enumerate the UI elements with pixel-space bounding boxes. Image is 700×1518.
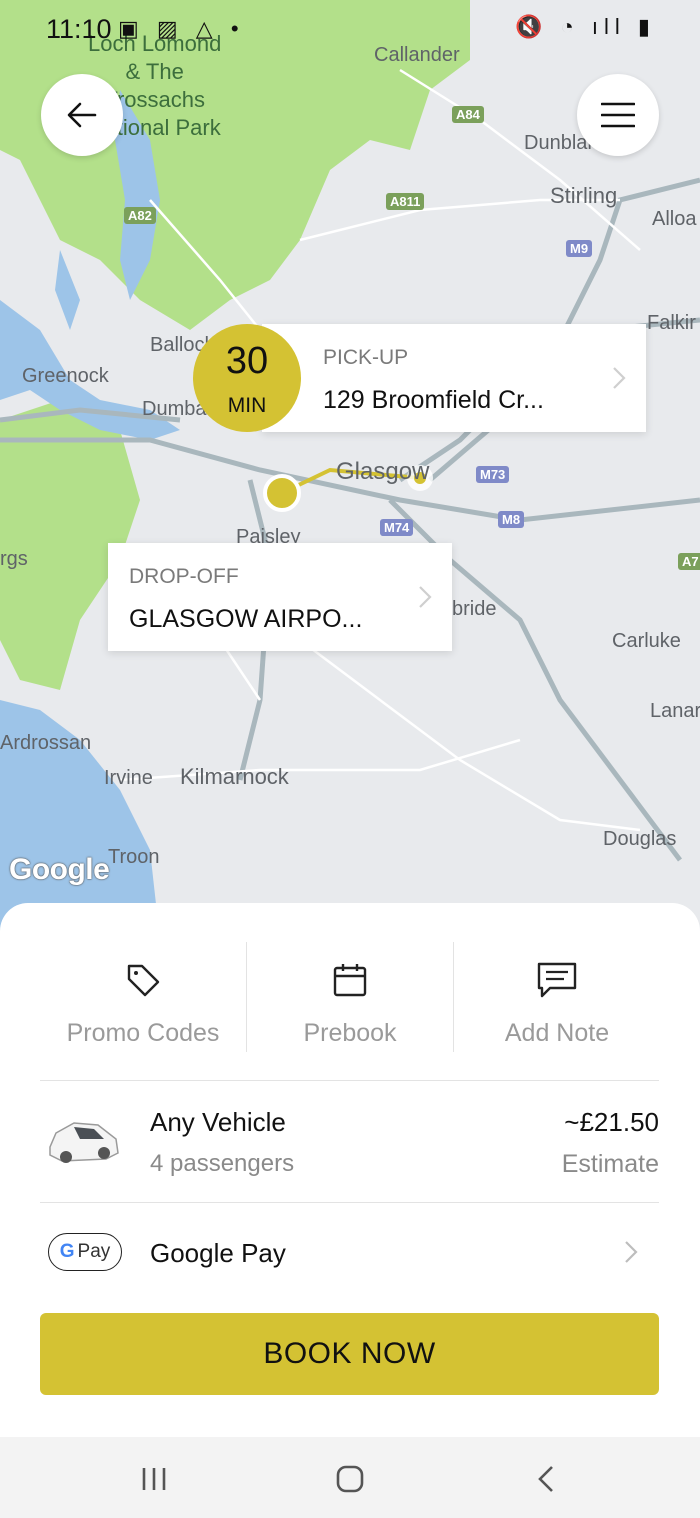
status-time: 11:10 xyxy=(46,14,112,44)
map-label-irvine: Irvine xyxy=(104,767,153,789)
calendar-icon xyxy=(333,964,367,997)
map-label-douglas: Douglas xyxy=(603,828,677,850)
vehicle-row[interactable]: Any Vehicle 4 passengers ~£21.50 Estimat… xyxy=(40,1081,659,1201)
map-label-ardrossan: Ardrossan xyxy=(0,732,92,754)
price-value: ~£21.50 xyxy=(564,1107,659,1137)
map-label-alloa: Alloa xyxy=(652,208,697,230)
recent-apps-icon[interactable] xyxy=(141,1467,167,1491)
dropoff-address: GLASGOW AIRPO... xyxy=(129,605,363,633)
map-label-glasgow: Glasgow xyxy=(336,458,430,485)
back-nav-icon[interactable] xyxy=(537,1465,555,1493)
pickup-caption: PICK-UP xyxy=(323,346,409,369)
book-now-button[interactable]: BOOK NOW xyxy=(40,1313,659,1395)
map-label-troon: Troon xyxy=(108,846,160,868)
system-nav-bar xyxy=(0,1437,700,1518)
eta-value: 30 xyxy=(225,340,269,382)
notification-icons: ▣ ▨ △ • xyxy=(118,16,245,41)
promo-codes-label: Promo Codes xyxy=(66,1019,220,1047)
road-shield-a84: A84 xyxy=(452,106,484,123)
chevron-right-icon xyxy=(625,1241,638,1263)
chevron-right-icon xyxy=(419,586,432,608)
status-bar: 11:10 ▣ ▨ △ • 🔇 ◔ ıll ▮ xyxy=(0,0,700,56)
payment-method: Google Pay xyxy=(150,1238,286,1268)
map-label-east-kilbride: bride xyxy=(452,598,497,620)
back-button[interactable] xyxy=(41,74,123,156)
road-shield-a82: A82 xyxy=(124,207,156,224)
road-shield-m73: M73 xyxy=(476,466,510,483)
prebook-label: Prebook xyxy=(303,1019,397,1047)
map-label-stirling: Stirling xyxy=(550,183,618,208)
gpay-badge-text: Pay xyxy=(77,1241,111,1262)
dropoff-card[interactable]: DROP-OFF GLASGOW AIRPO... xyxy=(108,543,452,651)
map-label-kilmarnock: Kilmarnock xyxy=(180,764,289,789)
eta-badge: 30 MIN xyxy=(193,324,301,432)
menu-button[interactable] xyxy=(577,74,659,156)
dropoff-caption: DROP-OFF xyxy=(129,565,239,588)
chevron-right-icon xyxy=(613,367,626,389)
map-label-carluke: Carluke xyxy=(612,630,681,652)
add-note-option[interactable]: Add Note xyxy=(454,960,660,1048)
hamburger-menu-icon xyxy=(601,102,635,128)
message-icon xyxy=(537,962,577,998)
map-label-greenock: Greenock xyxy=(22,365,109,387)
road-shield-m74: M74 xyxy=(380,519,414,536)
vehicle-name: Any Vehicle xyxy=(150,1107,286,1137)
google-g-icon: G xyxy=(59,1241,75,1262)
home-icon[interactable] xyxy=(336,1465,364,1493)
promo-codes-option[interactable]: Promo Codes xyxy=(40,960,246,1048)
pickup-card[interactable]: PICK-UP 129 Broomfield Cr... xyxy=(262,324,646,432)
road-shield-m8: M8 xyxy=(498,511,525,528)
vehicle-passengers: 4 passengers xyxy=(150,1150,295,1177)
road-shield-a7: A7 xyxy=(678,553,700,570)
tag-icon xyxy=(127,964,160,997)
map-label-largs: rgs xyxy=(0,548,28,570)
google-pay-badge: G Pay xyxy=(48,1233,122,1271)
car-icon xyxy=(49,1122,119,1163)
price-note: Estimate xyxy=(561,1150,659,1178)
prebook-option[interactable]: Prebook xyxy=(247,960,453,1048)
google-attribution: Google xyxy=(9,853,110,886)
add-note-label: Add Note xyxy=(504,1019,610,1047)
arrow-left-icon xyxy=(67,102,97,128)
road-shield-a811: A811 xyxy=(386,193,425,210)
map-label-lanark: Lanar xyxy=(650,700,700,722)
eta-unit: MIN xyxy=(227,394,267,417)
pickup-address: 129 Broomfield Cr... xyxy=(323,386,544,414)
system-icons: 🔇 ◔ ıll ▮ xyxy=(514,14,656,39)
road-shield-m9: M9 xyxy=(566,240,593,257)
map-label-falkirk: Falkir xyxy=(647,312,696,334)
